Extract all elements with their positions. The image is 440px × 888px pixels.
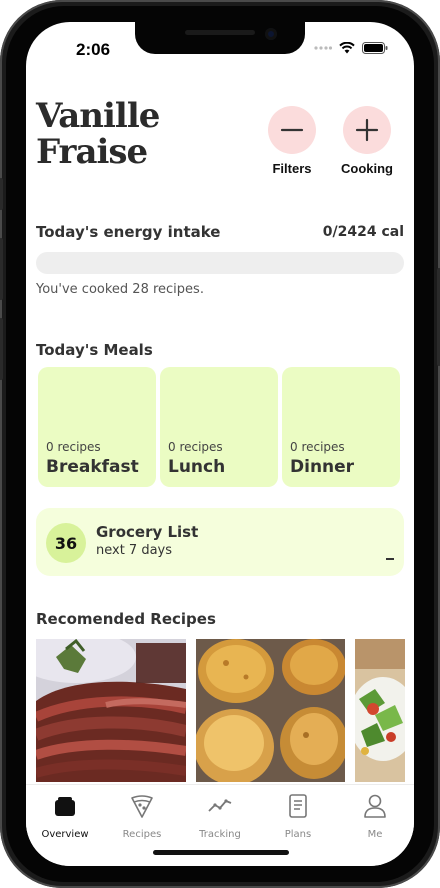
app-brand: Vanille Fraise [36,96,160,172]
meal-name: Lunch [168,457,226,477]
document-icon [289,794,307,818]
grocery-list-card[interactable]: 36 Grocery List next 7 days [36,508,404,576]
recipe-card-fritters[interactable] [196,639,345,782]
wifi-icon [339,42,355,54]
fritters-image [196,639,345,782]
energy-progress-bar [36,252,404,274]
filters-button[interactable] [268,106,316,154]
cooking-button[interactable] [343,106,391,154]
energy-title: Today's energy intake [36,223,221,241]
recommended-title: Recomended Recipes [36,610,216,628]
meal-name: Breakfast [46,457,139,477]
meal-recipe-count: 0 recipes [290,440,345,454]
grocery-subtitle: next 7 days [96,543,173,558]
volume-down-button [0,318,3,380]
trend-line-icon [208,799,232,812]
volume-up-button [0,238,3,300]
recipe-card-steak[interactable] [36,639,186,782]
grocery-dash-icon[interactable] [386,558,394,560]
camera [265,28,277,40]
cooking-label: Cooking [341,161,393,176]
pot-icon [55,797,75,816]
recipe-card-salad[interactable] [355,639,405,782]
brand-line-2: Fraise [36,132,148,172]
tab-label: Plans [284,829,312,840]
status-time: 2:06 [76,40,111,59]
mute-switch [0,178,3,210]
meal-card-lunch[interactable]: 0 recipes Lunch [160,367,278,487]
pizza-slice-icon [131,795,153,818]
status-icons [314,42,388,54]
tab-label: Recipes [122,829,162,840]
salad-image [355,639,405,782]
tab-me[interactable]: Me [340,793,410,840]
speaker [185,30,255,35]
meal-recipe-count: 0 recipes [46,440,101,454]
signal-icon [314,46,332,50]
steak-image [36,639,186,782]
tab-recipes[interactable]: Recipes [107,793,177,840]
energy-value: 0/2424 cal [322,224,404,240]
meal-name: Dinner [290,457,355,477]
plus-icon [355,118,379,142]
tab-plans[interactable]: Plans [263,793,333,840]
tab-label: Me [367,829,383,840]
brand-line-1: Vanille [36,96,160,136]
notch [135,22,305,54]
screen: 2:06 Vanille Fraise Filters Cooking Toda… [26,22,414,866]
home-indicator[interactable] [153,850,289,855]
tab-label: Overview [41,829,89,840]
tab-overview[interactable]: Overview [30,793,100,840]
meal-card-dinner[interactable]: 0 recipes Dinner [282,367,400,487]
tab-label: Tracking [199,829,241,840]
filters-label: Filters [272,161,312,176]
tab-tracking[interactable]: Tracking [185,793,255,840]
battery-icon [362,42,388,54]
grocery-count-badge: 36 [46,523,86,563]
meals-title: Today's Meals [36,341,153,359]
minus-icon [280,128,304,132]
person-icon [364,794,386,818]
meal-recipe-count: 0 recipes [168,440,223,454]
grocery-title: Grocery List [96,523,199,541]
meal-card-breakfast[interactable]: 0 recipes Breakfast [38,367,156,487]
cooked-count-text: You've cooked 28 recipes. [36,282,204,297]
